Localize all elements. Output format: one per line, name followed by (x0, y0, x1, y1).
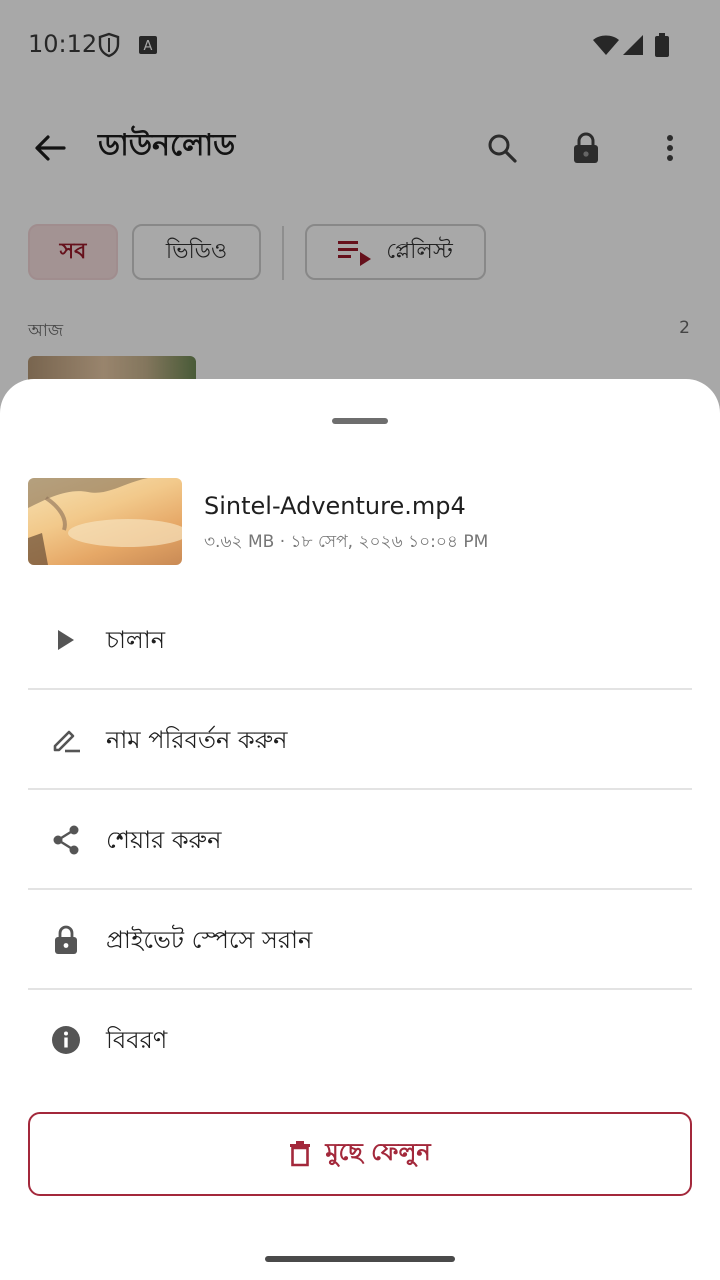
drag-handle[interactable] (332, 418, 388, 424)
menu-item-share[interactable]: শেয়ার করুন (28, 790, 692, 890)
share-icon (50, 824, 82, 856)
play-icon (50, 624, 82, 656)
delete-icon (290, 1141, 311, 1167)
menu-label-play: চালান (106, 626, 166, 654)
edit-icon (50, 724, 82, 756)
menu-item-details[interactable]: বিবরণ (28, 990, 692, 1090)
menu-label-move-private: প্রাইভেট স্পেসে সরান (106, 926, 313, 954)
file-name: Sintel-Adventure.mp4 (204, 492, 466, 520)
menu-label-rename: নাম পরিবর্তন করুন (106, 726, 288, 754)
delete-label: মুছে ফেলুন (325, 1138, 431, 1166)
delete-button[interactable]: মুছে ফেলুন (28, 1112, 692, 1196)
file-header: Sintel-Adventure.mp4 ৩.৬২ MB · ১৮ সেপ, ২… (28, 478, 692, 566)
bottom-sheet: Sintel-Adventure.mp4 ৩.৬২ MB · ১৮ সেপ, ২… (0, 379, 720, 1280)
gesture-nav-handle[interactable] (265, 1256, 455, 1262)
menu-label-share: শেয়ার করুন (106, 826, 222, 854)
file-meta: ৩.৬২ MB · ১৮ সেপ, ২০২৬ ১০:০৪ PM (204, 532, 489, 552)
file-thumbnail (28, 478, 182, 565)
menu-item-move-private[interactable]: প্রাইভেট স্পেসে সরান (28, 890, 692, 990)
lock-icon (50, 924, 82, 956)
action-menu: চালান নাম পরিবর্তন করুন শেয়ার করুন প্রা… (28, 590, 692, 1090)
menu-item-rename[interactable]: নাম পরিবর্তন করুন (28, 690, 692, 790)
menu-item-play[interactable]: চালান (28, 590, 692, 690)
menu-label-details: বিবরণ (106, 1026, 168, 1054)
info-icon (50, 1024, 82, 1056)
